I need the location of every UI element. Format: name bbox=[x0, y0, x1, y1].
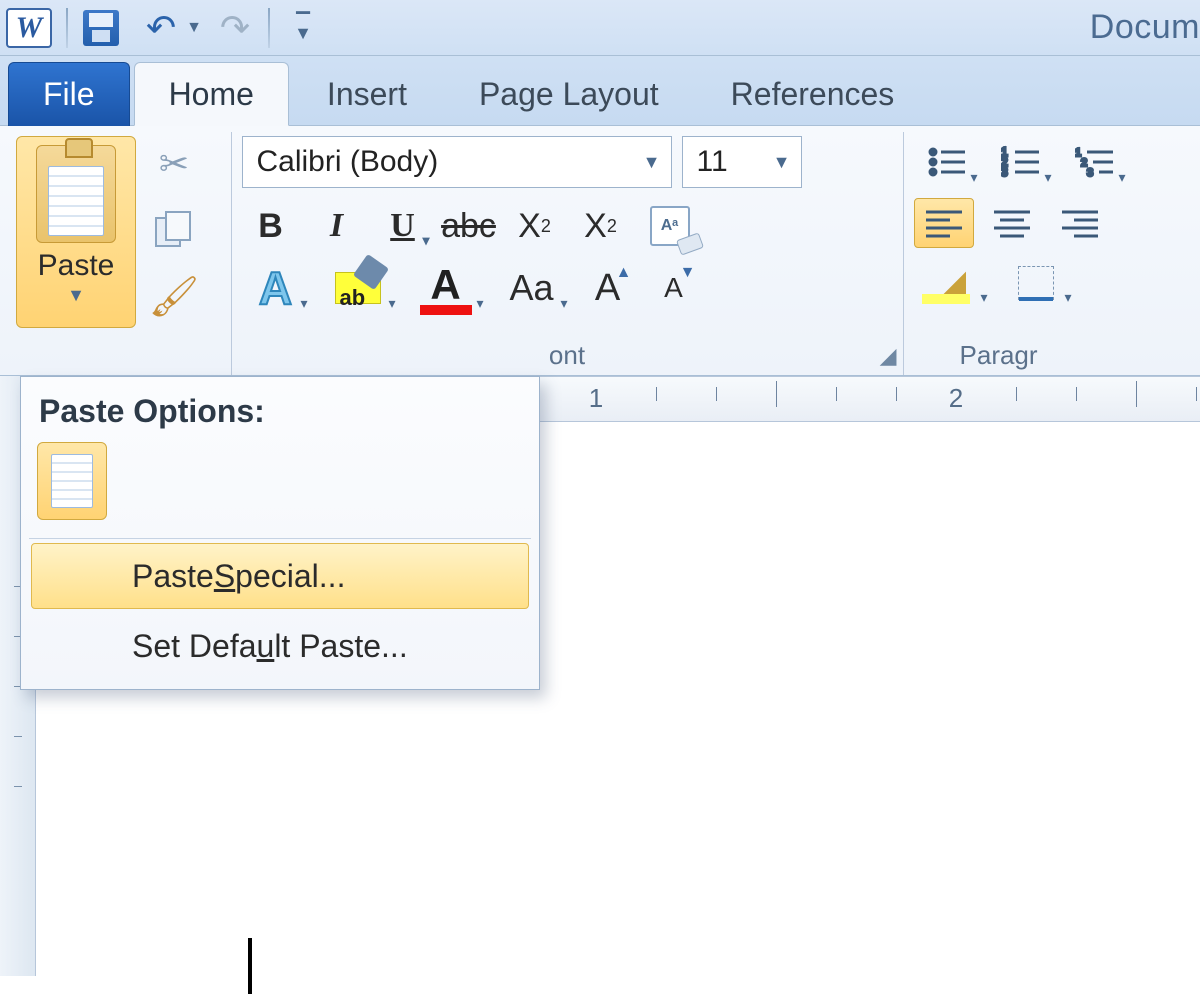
group-font: Calibri (Body) ▼ 11 ▼ B I U abc X2 X2 Aᵃ… bbox=[232, 132, 904, 375]
redo-icon: ↷ bbox=[220, 10, 250, 46]
document-title: Docum bbox=[1090, 0, 1200, 55]
font-color-icon: A bbox=[420, 261, 472, 315]
paste-option-keep-text[interactable] bbox=[37, 442, 107, 520]
tab-insert[interactable]: Insert bbox=[293, 62, 441, 126]
svg-text:3: 3 bbox=[1087, 167, 1093, 179]
ruler-num-2: 2 bbox=[949, 383, 963, 414]
save-icon bbox=[83, 10, 119, 46]
group-clipboard: Paste ▼ ✂ 🖌 bbox=[6, 132, 232, 375]
cut-button[interactable]: ✂ bbox=[146, 140, 202, 188]
numbering-icon: 123 bbox=[1001, 144, 1041, 180]
clear-formatting-button[interactable]: Aᵃ bbox=[638, 200, 702, 252]
bold-button[interactable]: B bbox=[242, 200, 300, 252]
paragraph-group-label: Paragr bbox=[960, 340, 1038, 371]
shading-split-button[interactable]: ◢ bbox=[914, 258, 990, 308]
font-group-label: ont bbox=[549, 340, 585, 371]
word-app-icon[interactable]: W bbox=[6, 8, 52, 48]
save-button[interactable] bbox=[78, 6, 124, 50]
undo-split-button[interactable]: ↶ ▼ bbox=[128, 6, 208, 50]
chevron-down-icon: ▼ bbox=[186, 19, 202, 37]
paste-dropdown-menu: Paste Options: Paste Special... Set Defa… bbox=[20, 376, 540, 690]
numbering-split-button[interactable]: 123 bbox=[988, 136, 1054, 188]
borders-icon bbox=[1018, 266, 1054, 300]
font-size-value: 11 bbox=[697, 145, 728, 179]
clipboard-icon bbox=[36, 145, 116, 243]
scissors-icon: ✂ bbox=[159, 143, 189, 185]
tab-file[interactable]: File bbox=[8, 62, 130, 126]
ruler-num-1: 1 bbox=[589, 383, 603, 414]
bullets-icon bbox=[927, 144, 967, 180]
qat-separator bbox=[66, 8, 68, 48]
text-cursor bbox=[248, 938, 252, 994]
paste-options-header: Paste Options: bbox=[27, 387, 533, 442]
tab-home[interactable]: Home bbox=[134, 62, 289, 126]
highlight-icon: ab bbox=[335, 272, 381, 304]
ribbon: Paste ▼ ✂ 🖌 Calibri (Body) ▼ 11 ▼ B I U bbox=[0, 126, 1200, 376]
chevron-down-icon: ▼ bbox=[67, 285, 85, 306]
bullets-split-button[interactable] bbox=[914, 136, 980, 188]
change-case-split-button[interactable]: Aa bbox=[494, 262, 570, 314]
up-arrow-icon: ▲ bbox=[616, 264, 632, 282]
borders-split-button[interactable] bbox=[998, 258, 1074, 308]
svg-text:3: 3 bbox=[1001, 165, 1008, 179]
set-default-paste-menu-item[interactable]: Set Default Paste... bbox=[31, 613, 529, 679]
paintbrush-icon: 🖌 bbox=[149, 273, 200, 320]
font-name-value: Calibri (Body) bbox=[257, 145, 439, 179]
redo-button[interactable]: ↷ bbox=[212, 6, 258, 50]
strikethrough-button[interactable]: abc bbox=[440, 200, 498, 252]
italic-button[interactable]: I bbox=[308, 200, 366, 252]
format-painter-button[interactable]: 🖌 bbox=[146, 272, 202, 320]
multilevel-list-split-button[interactable]: 123 bbox=[1062, 136, 1128, 188]
align-right-icon bbox=[1060, 206, 1100, 240]
paragraph-group-label-row: Paragr bbox=[904, 337, 1200, 373]
multilevel-list-icon: 123 bbox=[1075, 144, 1115, 180]
shrink-font-button[interactable]: A▼ bbox=[646, 262, 702, 314]
paste-option-icon bbox=[51, 454, 93, 508]
subscript-button[interactable]: X2 bbox=[506, 200, 564, 252]
undo-icon: ↶ bbox=[146, 10, 176, 46]
tab-page-layout[interactable]: Page Layout bbox=[445, 62, 693, 126]
copy-icon bbox=[152, 210, 196, 250]
paper-icon bbox=[48, 166, 104, 236]
qat-separator bbox=[268, 8, 270, 48]
grow-font-button[interactable]: A▲ bbox=[578, 262, 638, 314]
align-left-button[interactable] bbox=[914, 198, 974, 248]
customize-qat-icon: ▔▼ bbox=[294, 17, 312, 39]
font-dialog-launcher[interactable]: ◢ bbox=[880, 343, 897, 369]
align-left-icon bbox=[924, 206, 964, 240]
chevron-down-icon: ▼ bbox=[643, 152, 661, 173]
menu-separator bbox=[29, 538, 531, 539]
ribbon-tabstrip: File Home Insert Page Layout References bbox=[0, 56, 1200, 126]
underline-split-button[interactable]: U bbox=[374, 200, 432, 252]
subscript-mark: 2 bbox=[541, 216, 551, 237]
font-size-combo[interactable]: 11 ▼ bbox=[682, 136, 802, 188]
font-name-combo[interactable]: Calibri (Body) ▼ bbox=[242, 136, 672, 188]
font-group-label-row: ont ◢ bbox=[232, 337, 903, 373]
paste-special-menu-item[interactable]: Paste Special... bbox=[31, 543, 529, 609]
superscript-mark: 2 bbox=[607, 216, 617, 237]
title-bar: W ↶ ▼ ↷ ▔▼ Docum bbox=[0, 0, 1200, 56]
font-color-split-button[interactable]: A bbox=[406, 262, 486, 314]
customize-qat-button[interactable]: ▔▼ bbox=[280, 6, 326, 50]
text-effects-split-button[interactable]: A bbox=[242, 262, 310, 314]
down-arrow-icon: ▼ bbox=[680, 264, 696, 282]
group-paragraph: 123 123 ◢ Pa bbox=[904, 132, 1200, 375]
text-effects-icon: A bbox=[259, 261, 292, 315]
align-center-icon bbox=[992, 206, 1032, 240]
paste-split-button[interactable]: Paste ▼ bbox=[16, 136, 136, 328]
paste-label: Paste bbox=[38, 249, 115, 283]
align-right-button[interactable] bbox=[1050, 198, 1110, 248]
superscript-button[interactable]: X2 bbox=[572, 200, 630, 252]
tab-references[interactable]: References bbox=[697, 62, 929, 126]
highlight-split-button[interactable]: ab bbox=[318, 262, 398, 314]
align-center-button[interactable] bbox=[982, 198, 1042, 248]
copy-button[interactable] bbox=[146, 206, 202, 254]
chevron-down-icon: ▼ bbox=[773, 152, 791, 173]
